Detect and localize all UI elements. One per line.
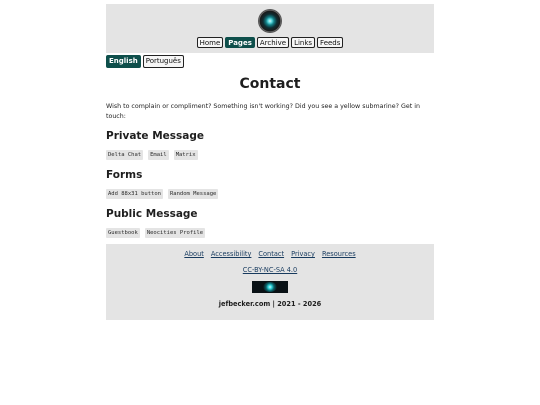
site-header: Home Pages Archive Links Feeds [106, 4, 434, 53]
forms-links: Add 88x31 button Random Message [106, 189, 219, 199]
site-button-88x31[interactable] [252, 281, 288, 293]
main-nav: Home Pages Archive Links Feeds [106, 37, 434, 48]
private-message-links: Delta Chat Email Matrix [106, 150, 198, 160]
nav-links[interactable]: Links [291, 37, 316, 48]
footer-links: About Accessibility Contact Privacy Reso… [106, 249, 434, 259]
add-88x31-button-link[interactable]: Add 88x31 button [106, 189, 163, 199]
license-link[interactable]: CC-BY-NC-SA 4.0 [106, 265, 434, 275]
random-message-link[interactable]: Random Message [167, 189, 219, 199]
copyright-text: jefbecker.com | 2021 - 2026 [218, 300, 322, 308]
footer-privacy-link[interactable]: Privacy [291, 249, 315, 259]
forms-heading: Forms [106, 169, 143, 181]
public-message-links: Guestbook Neocities Profile [106, 228, 206, 238]
lang-english-button[interactable]: English [106, 55, 141, 68]
footer-accessibility-link[interactable]: Accessibility [211, 249, 252, 259]
private-message-heading: Private Message [106, 130, 204, 142]
nav-home[interactable]: Home [196, 37, 224, 48]
footer-about-link[interactable]: About [184, 249, 204, 259]
eye-icon [263, 282, 277, 292]
footer-resources-link[interactable]: Resources [322, 249, 356, 259]
site-logo-eye-icon[interactable] [258, 9, 282, 33]
language-switcher: English Português [106, 55, 184, 68]
page-title: Contact [239, 76, 301, 92]
intro-text: Wish to complain or compliment? Somethin… [106, 103, 420, 120]
guestbook-link[interactable]: Guestbook [106, 228, 140, 238]
page: Home Pages Archive Links Feeds English P… [0, 0, 540, 405]
nav-archive[interactable]: Archive [256, 37, 290, 48]
nav-pages[interactable]: Pages [225, 37, 255, 48]
site-footer: About Accessibility Contact Privacy Reso… [106, 244, 434, 320]
neocities-profile-link[interactable]: Neocities Profile [144, 228, 206, 238]
email-link[interactable]: Email [148, 150, 169, 160]
footer-contact-link[interactable]: Contact [258, 249, 284, 259]
matrix-link[interactable]: Matrix [173, 150, 198, 160]
lang-portuguese-button[interactable]: Português [142, 55, 184, 68]
nav-feeds[interactable]: Feeds [317, 37, 344, 48]
delta-chat-link[interactable]: Delta Chat [106, 150, 144, 160]
public-message-heading: Public Message [106, 208, 198, 220]
